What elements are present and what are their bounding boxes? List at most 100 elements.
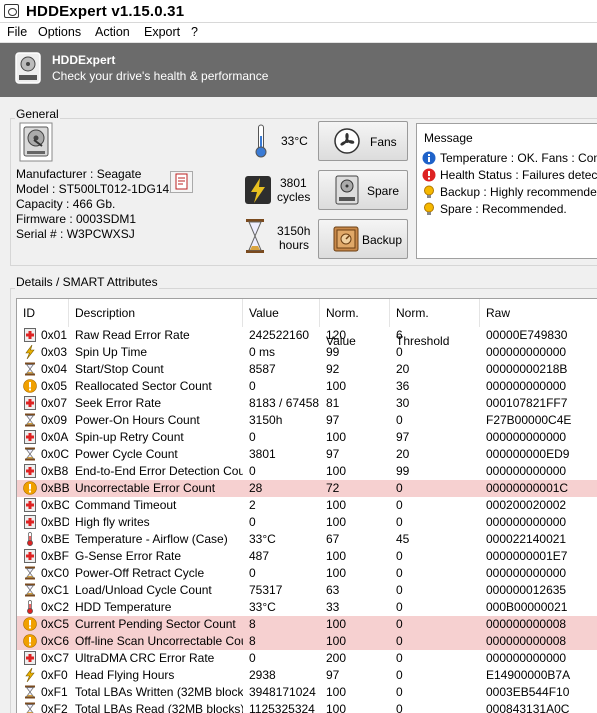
table-row[interactable]: 0xBC Command Timeout 2 100 0 000200020002 <box>17 497 597 514</box>
table-row[interactable]: 0x07 Seek Error Rate 8183 / 67458 81 30 00010… <box>17 395 597 412</box>
cell-norm: 33 <box>326 600 340 614</box>
cell-raw: 00000E749830 <box>486 328 568 342</box>
table-row[interactable]: 0xBE Temperature - Airflow (Case) 33°C 67 45… <box>17 531 597 548</box>
banner-subtitle: Check your drive's health & performance <box>52 69 269 83</box>
cell-raw: 000200020002 <box>486 498 567 512</box>
cell-value: 8 <box>249 617 256 631</box>
table-row[interactable]: 0x04 Start/Stop Count 8587 92 20 00000000218B <box>17 361 597 378</box>
cell-value: 0 <box>249 515 256 529</box>
cell-thr: 97 <box>396 430 410 444</box>
cell-value: 0 ms <box>249 345 276 359</box>
thermometer-icon <box>27 600 33 614</box>
cell-norm: 63 <box>326 583 340 597</box>
cell-raw: 000B00000021 <box>486 600 568 614</box>
cycles-count: 3801 <box>280 176 307 190</box>
title-bar: HDDExpert v1.15.0.31 <box>0 0 597 23</box>
table-row[interactable]: 0xC7 UltraDMA CRC Error Rate 0 200 0 00000000… <box>17 650 597 667</box>
fans-button-label: Fans <box>370 135 397 149</box>
menu-export[interactable]: Export <box>144 25 180 39</box>
app-icon <box>4 4 19 18</box>
cell-id: 0x01 <box>41 328 68 342</box>
cell-norm: 67 <box>326 532 340 546</box>
cell-desc: Temperature - Airflow (Case) <box>75 532 228 546</box>
table-row[interactable]: 0xF0 Head Flying Hours 2938 97 0 E14900000B7A <box>17 667 597 684</box>
table-row[interactable]: 0xBD High fly writes 0 100 0 000000000000 <box>17 514 597 531</box>
cell-norm: 100 <box>326 430 347 444</box>
hdd-plus-icon <box>24 430 36 444</box>
spare-button[interactable]: Spare <box>318 170 408 210</box>
backup-button[interactable]: Backup <box>318 219 408 259</box>
cell-desc: Total LBAs Written (32MB blocks) <box>75 685 243 699</box>
cell-raw: 000107821FF7 <box>486 396 568 410</box>
thermometer-icon <box>27 532 33 546</box>
cell-norm: 100 <box>326 498 347 512</box>
cell-value: 0 <box>249 566 256 580</box>
manufacturer-text: Manufacturer : Seagate <box>16 167 142 181</box>
serial-text: Serial # : W3PCWXSJ <box>16 227 135 241</box>
cell-value: 0 <box>249 430 256 444</box>
cell-desc: Current Pending Sector Count <box>75 617 236 631</box>
cell-id: 0xC5 <box>41 617 69 631</box>
cell-id: 0xB8 <box>41 464 69 478</box>
cell-value: 242522160 <box>249 328 310 342</box>
column-header-id[interactable]: ID <box>17 299 69 327</box>
table-row[interactable]: 0x0A Spin-up Retry Count 0 100 97 00000000000… <box>17 429 597 446</box>
table-row[interactable]: 0x0C Power Cycle Count 3801 97 20 000000000ED… <box>17 446 597 463</box>
cell-thr: 0 <box>396 617 403 631</box>
column-header-norm-threshold[interactable]: Norm. Threshold <box>390 299 480 348</box>
cell-norm: 100 <box>326 702 347 713</box>
cell-raw: F27B00000C4E <box>486 413 572 427</box>
lightning-icon <box>25 668 35 682</box>
cell-norm: 100 <box>326 566 347 580</box>
table-row[interactable]: 0xBF G-Sense Error Rate 487 100 0 0000000001E… <box>17 548 597 565</box>
cell-id: 0xF2 <box>41 702 68 713</box>
cell-norm: 97 <box>326 668 340 682</box>
lightning-icon <box>25 345 35 359</box>
cell-norm: 100 <box>326 617 347 631</box>
cell-raw: 000000000000 <box>486 464 567 478</box>
table-row[interactable]: 0x05 Reallocated Sector Count 0 100 36 000000… <box>17 378 597 395</box>
capacity-text: Capacity : 466 Gb. <box>16 197 116 211</box>
safe-icon <box>333 226 359 252</box>
cell-value: 8 <box>249 634 256 648</box>
cell-id: 0x0C <box>41 447 69 461</box>
table-row[interactable]: 0xC5 Current Pending Sector Count 8 100 0 000… <box>17 616 597 633</box>
table-row[interactable]: 0xC1 Load/Unload Cycle Count 75317 63 0 00000… <box>17 582 597 599</box>
cell-thr: 0 <box>396 345 403 359</box>
smart-table[interactable]: ID Description Value Norm. Value Norm. T… <box>16 298 597 713</box>
column-header-raw[interactable]: Raw <box>480 299 597 327</box>
report-icon[interactable] <box>170 171 193 193</box>
menu-help[interactable]: ? <box>191 25 198 39</box>
cell-id: 0xC2 <box>41 600 69 614</box>
table-row[interactable]: 0xF2 Total LBAs Read (32MB blocks) 1125325… <box>17 701 597 713</box>
cell-value: 2938 <box>249 668 276 682</box>
column-header-value[interactable]: Value <box>243 299 320 327</box>
table-row[interactable]: 0xF1 Total LBAs Written (32MB blocks) 3948… <box>17 684 597 701</box>
cell-id: 0xF0 <box>41 668 68 682</box>
banner-title: HDDExpert <box>52 53 116 67</box>
table-row[interactable]: 0xC2 HDD Temperature 33°C 33 0 000B00000021 <box>17 599 597 616</box>
table-row[interactable]: 0x03 Spin Up Time 0 ms 99 0 000000000000 <box>17 344 597 361</box>
error-icon <box>422 168 436 182</box>
menu-file[interactable]: File <box>7 25 27 39</box>
cell-norm: 100 <box>326 379 347 393</box>
cell-norm: 100 <box>326 515 347 529</box>
hdd-plus-icon <box>24 515 36 529</box>
menu-action[interactable]: Action <box>95 25 130 39</box>
message-item: Temperature : OK. Fans : Conside <box>422 151 597 165</box>
table-row[interactable]: 0x09 Power-On Hours Count 3150h 97 0 F27B0000… <box>17 412 597 429</box>
table-row[interactable]: 0xB8 End-to-End Error Detection Count 0 100… <box>17 463 597 480</box>
fans-button[interactable]: Fans <box>318 121 408 161</box>
table-row[interactable]: 0xBB Uncorrectable Error Count 28 72 0 000000… <box>17 480 597 497</box>
column-header-description[interactable]: Description <box>69 299 243 327</box>
table-row[interactable]: 0xC0 Power-Off Retract Cycle 0 100 0 00000000… <box>17 565 597 582</box>
table-row[interactable]: 0x01 Raw Read Error Rate 242522160 120 6 0000… <box>17 327 597 344</box>
cell-value: 8587 <box>249 362 276 376</box>
cell-raw: 00000000218B <box>486 362 568 376</box>
cell-thr: 20 <box>396 362 410 376</box>
cell-raw: 000022140021 <box>486 532 567 546</box>
table-row[interactable]: 0xC6 Off-line Scan Uncorrectable Count 8 10… <box>17 633 597 650</box>
column-header-norm-value[interactable]: Norm. Value <box>320 299 390 348</box>
menu-options[interactable]: Options <box>38 25 81 39</box>
bulb-icon <box>424 185 434 198</box>
